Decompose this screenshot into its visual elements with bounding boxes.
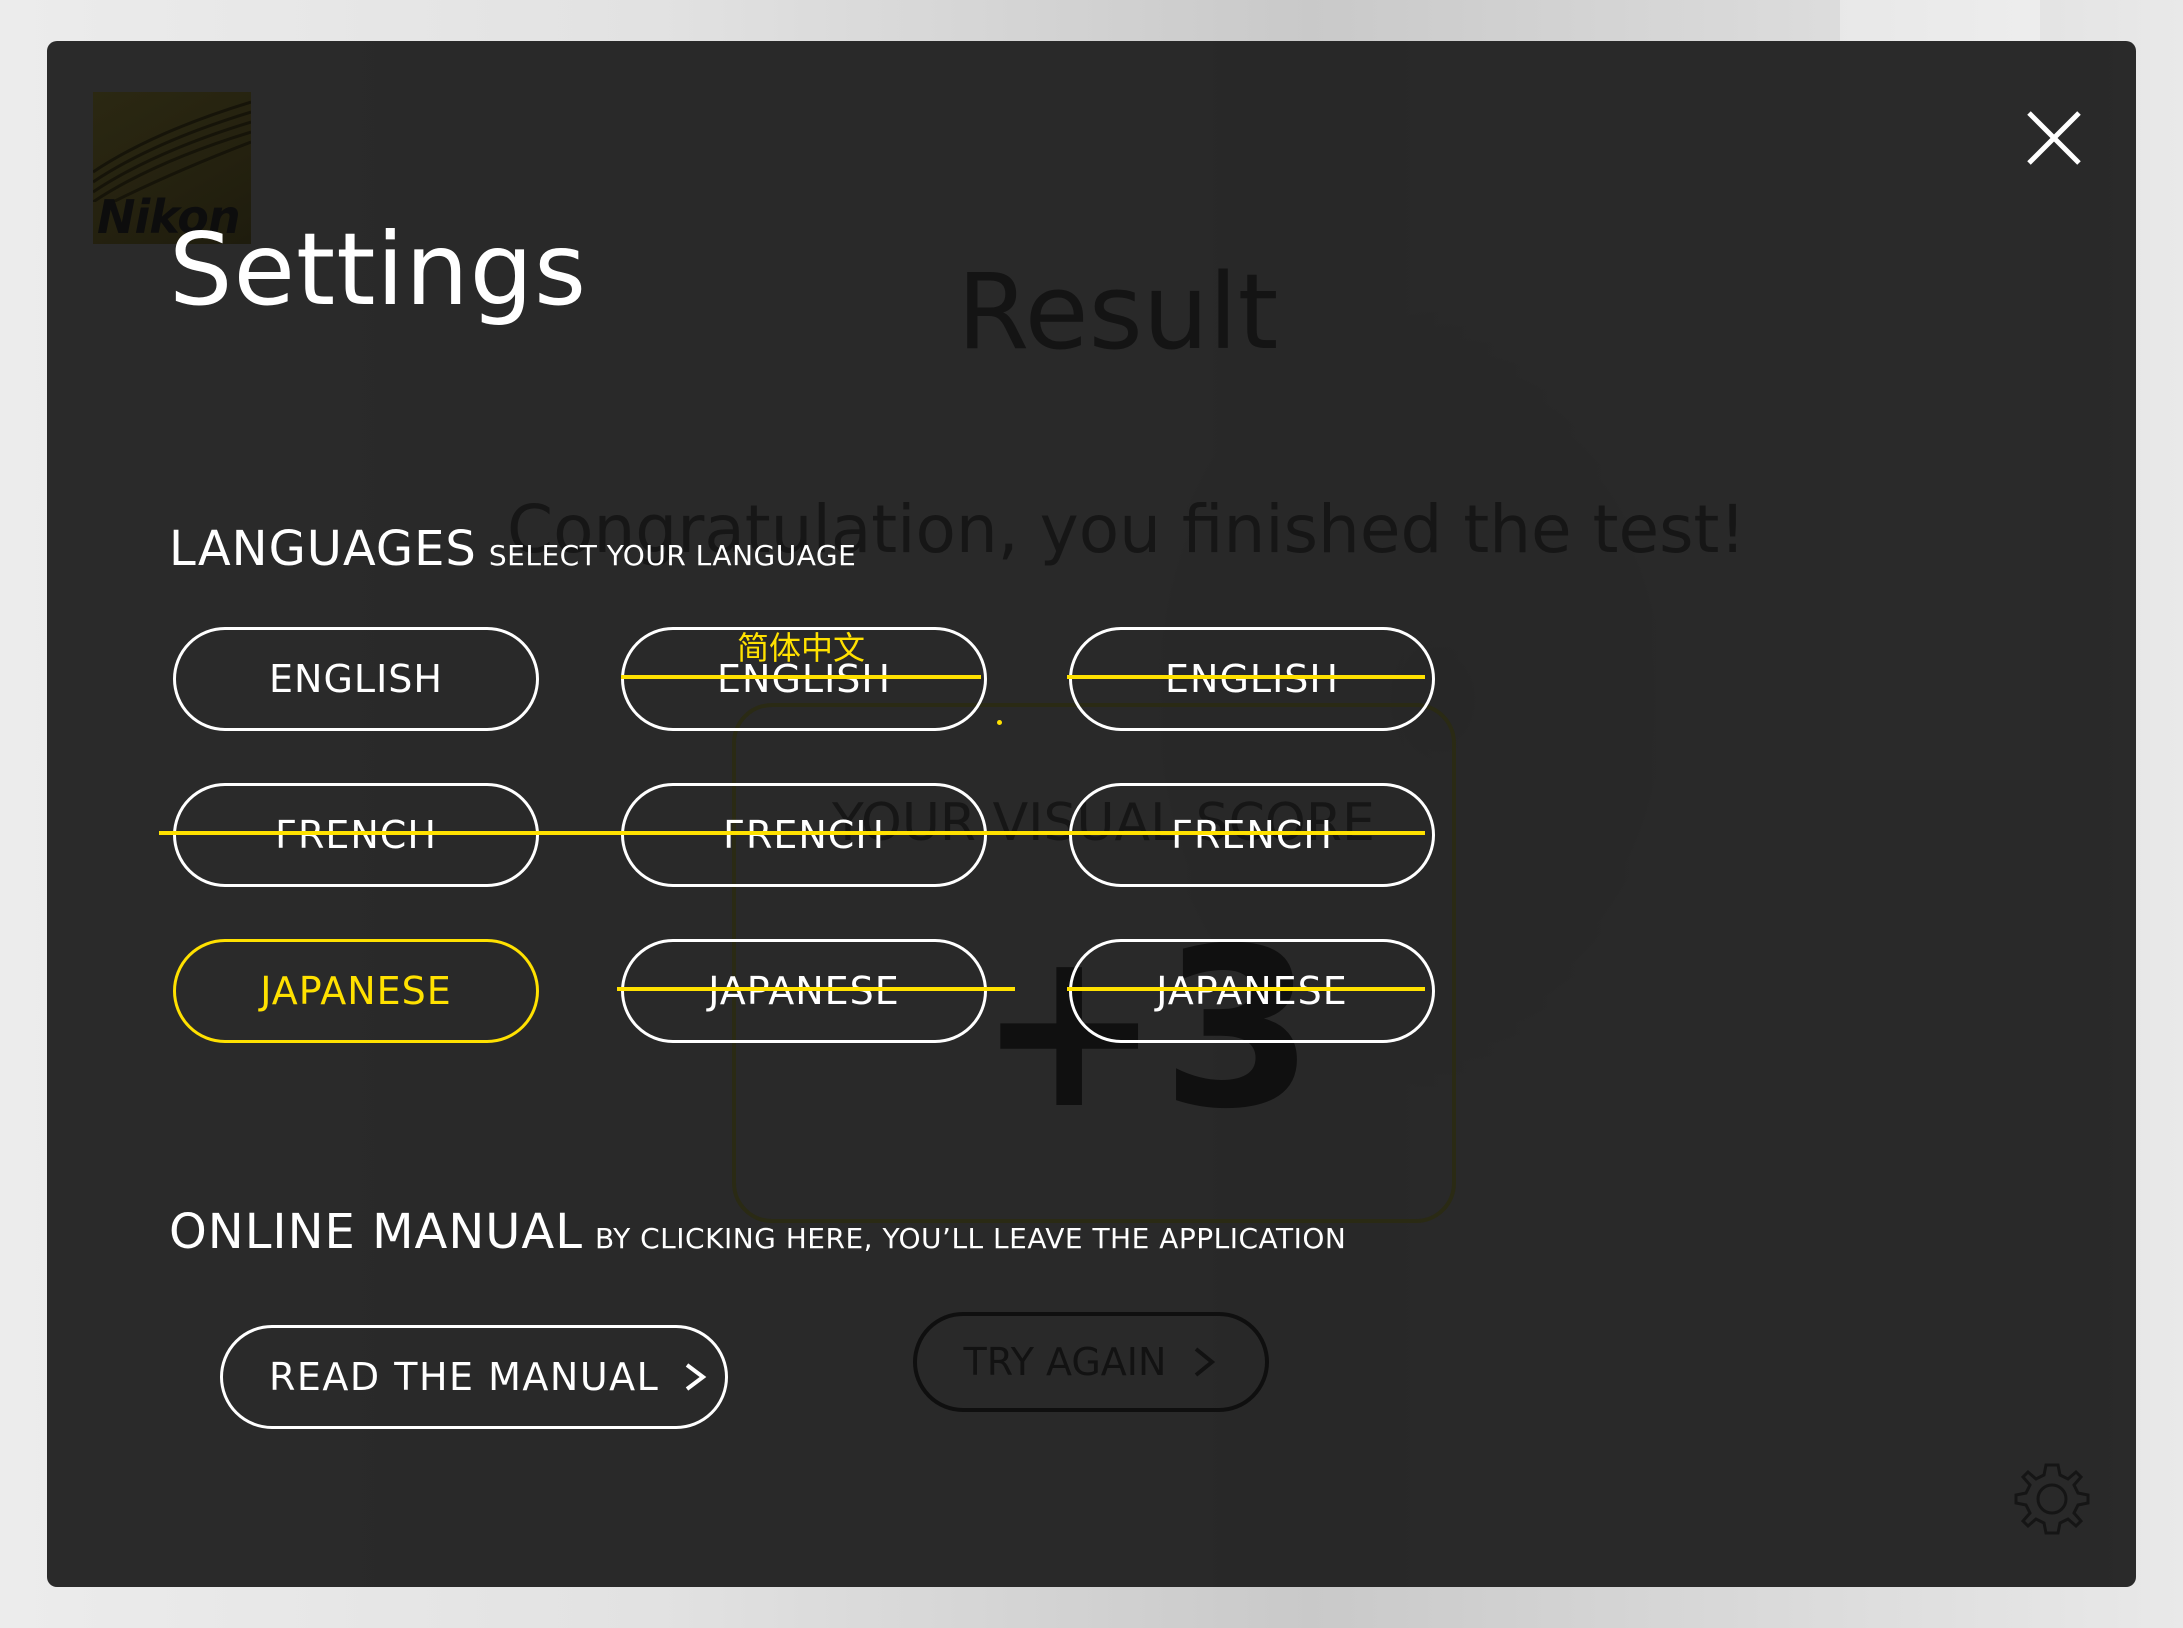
language-option-english-3[interactable]: ENGLISH xyxy=(1069,627,1435,731)
chevron-right-icon xyxy=(1195,1347,1216,1377)
language-option-label: JAPANESE xyxy=(260,969,452,1013)
language-option-label: JAPANESE xyxy=(708,969,900,1013)
background-try-again-label: TRY AGAIN xyxy=(963,1340,1167,1384)
settings-modal: Result Congratulation, you finished the … xyxy=(47,41,2136,1587)
logo-stripes xyxy=(93,100,251,202)
language-option-japanese-selected[interactable]: JAPANESE xyxy=(173,939,539,1043)
languages-heading: LANGUAGES xyxy=(169,521,477,577)
strike-line xyxy=(1067,675,1425,679)
settings-title: Settings xyxy=(169,211,588,328)
language-option-label: ENGLISH xyxy=(1165,657,1339,701)
chinese-label-overlay: 简体中文 xyxy=(737,629,866,667)
language-option-french[interactable]: FRENCH xyxy=(173,783,539,887)
language-option-label: FRENCH xyxy=(723,813,885,857)
read-manual-button[interactable]: READ THE MANUAL xyxy=(220,1325,728,1429)
language-option-label: FRENCH xyxy=(1171,813,1333,857)
language-option-english[interactable]: ENGLISH xyxy=(173,627,539,731)
gear-icon xyxy=(2014,1463,2090,1535)
language-option-japanese-2[interactable]: JAPANESE xyxy=(621,939,987,1043)
background-result-title: Result xyxy=(957,251,1279,373)
read-manual-label: READ THE MANUAL xyxy=(269,1355,660,1399)
strike-line xyxy=(1067,987,1425,991)
strike-line xyxy=(617,987,1015,991)
language-option-label: JAPANESE xyxy=(1156,969,1348,1013)
online-manual-header: ONLINE MANUAL BY CLICKING HERE, YOU’LL LE… xyxy=(169,1204,1346,1260)
chevron-right-icon xyxy=(686,1363,707,1391)
online-manual-subheading: BY CLICKING HERE, YOU’LL LEAVE THE APPLI… xyxy=(594,1222,1347,1255)
strike-line xyxy=(159,831,1425,835)
language-option-french-2[interactable]: FRENCH xyxy=(621,783,987,887)
language-option-label: FRENCH xyxy=(275,813,437,857)
strike-line xyxy=(621,675,981,679)
language-option-french-3[interactable]: FRENCH xyxy=(1069,783,1435,887)
background-try-again-button: TRY AGAIN xyxy=(913,1312,1269,1412)
annotation-dot xyxy=(997,720,1002,725)
online-manual-heading: ONLINE MANUAL xyxy=(169,1204,583,1260)
language-option-label: ENGLISH xyxy=(269,657,443,701)
languages-header: LANGUAGES SELECT YOUR LANGUAGE xyxy=(169,521,856,577)
language-option-japanese-3[interactable]: JAPANESE xyxy=(1069,939,1435,1043)
close-icon[interactable] xyxy=(2015,99,2093,177)
languages-subheading: SELECT YOUR LANGUAGE xyxy=(488,539,857,572)
